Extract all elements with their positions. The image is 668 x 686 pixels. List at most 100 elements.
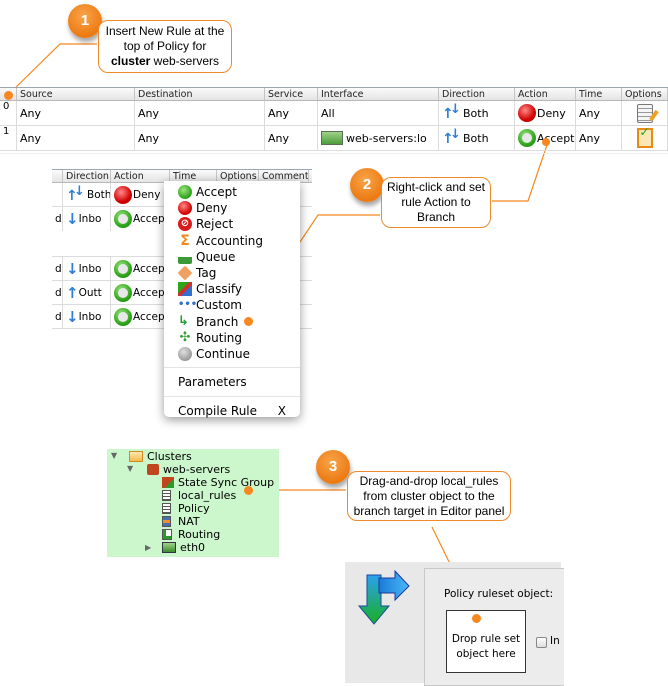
ruleset-drop-target[interactable]: Drop rule set object here: [446, 610, 526, 673]
col-header-direction[interactable]: Direction: [439, 88, 515, 100]
menu-item-label: Reject: [196, 217, 234, 232]
menu-item-compile-rule[interactable]: Compile Rule X: [164, 402, 300, 420]
cell-interface[interactable]: web-servers:lo: [318, 126, 439, 150]
menu-item-reject[interactable]: ⊘ Reject: [164, 216, 300, 232]
table-row[interactable]: 1 Any Any Any web-servers:lo Both Accept…: [0, 126, 668, 151]
col-header-interface[interactable]: Interface: [318, 88, 439, 100]
col-header-direction[interactable]: Direction: [63, 170, 111, 182]
direction-label: Inbo: [78, 310, 102, 323]
menu-item-accounting[interactable]: Σ Accounting: [164, 233, 300, 249]
tree-node-label: web-servers: [163, 463, 231, 476]
menu-item-label: Branch: [196, 314, 239, 329]
cell-action[interactable]: Deny: [111, 183, 170, 206]
tree-node-clusters[interactable]: Clusters: [129, 450, 192, 463]
cell-prefix: de: [52, 207, 63, 231]
tree-node-label: Routing: [178, 528, 221, 541]
cell-action[interactable]: Accep: [111, 257, 170, 280]
cell-direction[interactable]: Inbo: [63, 207, 111, 231]
action-label: Accep: [133, 310, 165, 323]
cell-interface[interactable]: All: [318, 101, 439, 125]
table-row[interactable]: 0 Any Any Any All Both Deny Any: [0, 101, 668, 126]
policy-table-header: Source Destination Service Interface Dir…: [0, 87, 668, 101]
menu-item-deny[interactable]: Deny: [164, 200, 300, 216]
cell-destination[interactable]: Any: [135, 101, 265, 125]
cell-service[interactable]: Any: [265, 101, 318, 125]
col-header-destination[interactable]: Destination: [135, 88, 265, 100]
col-header-prefix[interactable]: [52, 170, 63, 182]
continue-icon: [178, 346, 192, 361]
action-label: Deny: [133, 188, 161, 201]
cell-source[interactable]: Any: [17, 126, 135, 150]
cell-direction[interactable]: Inbo: [63, 257, 111, 280]
step-1-text-bold: cluster: [110, 54, 151, 68]
cell-direction[interactable]: Both: [439, 101, 515, 125]
action-label: Accep: [133, 213, 165, 225]
cell-source[interactable]: Any: [17, 101, 135, 125]
menu-item-continue[interactable]: Continue: [164, 346, 300, 362]
tree-node-nat[interactable]: NAT: [162, 515, 200, 528]
policy-ruleset-label: Policy ruleset object:: [444, 588, 554, 600]
cell-direction[interactable]: Inbo: [63, 305, 111, 328]
direction-label: Inbo: [78, 213, 102, 225]
step-1-text-a: Insert New Rule at the top of Policy for: [105, 24, 225, 53]
menu-item-branch[interactable]: ↳ Branch: [164, 314, 300, 330]
col-header-action[interactable]: Action: [515, 88, 576, 100]
step-1-badge: 1: [68, 4, 102, 38]
cell-direction[interactable]: Outt: [63, 281, 111, 304]
col-header-time[interactable]: Time: [576, 88, 622, 100]
tag-icon: [177, 265, 193, 281]
cell-destination[interactable]: Any: [135, 126, 265, 150]
menu-item-queue[interactable]: Queue: [164, 249, 300, 265]
menu-item-routing[interactable]: ✣ Routing: [164, 330, 300, 346]
deny-icon: [518, 104, 536, 122]
expand-toggle-icon[interactable]: ▼: [127, 464, 133, 473]
interface-icon: [162, 542, 176, 553]
interface-icon: [321, 131, 343, 145]
col-header-source[interactable]: Source: [17, 88, 135, 100]
cell-direction[interactable]: Both: [439, 126, 515, 150]
cell-action[interactable]: Accep: [111, 207, 170, 231]
reject-icon: ⊘: [178, 217, 192, 232]
cell-time[interactable]: Any: [576, 126, 622, 150]
inline-checkbox[interactable]: [536, 637, 547, 648]
menu-item-tag[interactable]: Tag: [164, 265, 300, 281]
col-header-options[interactable]: Options: [622, 88, 668, 100]
tree-node-label: eth0: [180, 541, 206, 554]
cell-time[interactable]: Any: [576, 101, 622, 125]
menu-item-custom[interactable]: ••• Custom: [164, 297, 300, 313]
cluster-icon: [147, 464, 159, 475]
ruleset-icon: [162, 503, 171, 514]
menu-item-label: Compile Rule: [178, 404, 258, 419]
col-header-service[interactable]: Service: [265, 88, 318, 100]
tree-node-web-servers[interactable]: web-servers: [147, 463, 230, 476]
cell-action[interactable]: Accep: [111, 281, 170, 304]
cell-action[interactable]: Deny: [515, 101, 576, 125]
tree-node-state-sync-group[interactable]: State Sync Group: [162, 476, 274, 489]
menu-item-classify[interactable]: Classify: [164, 281, 300, 297]
deny-icon: [178, 201, 192, 216]
menu-item-accept[interactable]: Accept: [164, 184, 300, 200]
menu-item-parameters[interactable]: Parameters: [164, 373, 300, 391]
tree-node-policy[interactable]: Policy: [162, 502, 210, 515]
tree-node-local-rules[interactable]: local_rules: [162, 489, 236, 502]
menu-item-label: Accounting: [196, 233, 264, 248]
deny-icon: [114, 185, 132, 204]
cell-direction[interactable]: Both: [63, 183, 111, 206]
cell-action[interactable]: Accep: [111, 305, 170, 328]
col-header-action[interactable]: Action: [111, 170, 170, 182]
inbound-icon: [66, 260, 79, 278]
step-2-badge: 2: [350, 168, 384, 202]
tree-node-label: Policy: [178, 502, 210, 515]
cell-options[interactable]: [622, 126, 668, 150]
step-3-marker-drop: [472, 614, 481, 623]
expand-toggle-icon[interactable]: ▼: [111, 451, 117, 460]
step-1-text-b: web-servers: [150, 54, 220, 68]
cell-options[interactable]: [622, 101, 668, 125]
cell-service[interactable]: Any: [265, 126, 318, 150]
expand-toggle-icon[interactable]: ▶: [145, 543, 151, 552]
step-2-callout: Right-click and set rule Action to Branc…: [381, 177, 491, 228]
tree-node-eth0[interactable]: eth0: [162, 541, 205, 554]
tree-node-routing[interactable]: Routing: [162, 528, 220, 541]
cell-prefix: de: [52, 281, 63, 304]
both-direction-icon: [442, 103, 461, 121]
